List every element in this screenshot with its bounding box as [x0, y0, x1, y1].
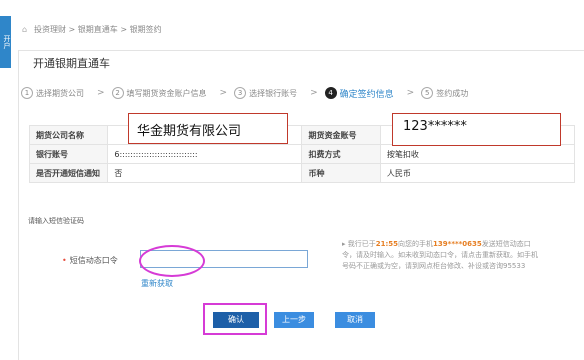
chevron-right-icon: >	[219, 88, 228, 98]
hint-text-2: 向您的手机	[398, 240, 434, 248]
fee-method-label: 扣费方式	[301, 144, 381, 164]
sms-field-label-text: 短信动态口令	[69, 256, 118, 265]
step-2-label: 填写期货资金账户信息	[126, 88, 207, 98]
step-1-number: 1	[21, 87, 33, 99]
table-row: 银行账号 6::::::::::::::::::::::::::::: 扣费方式…	[28, 144, 576, 164]
fee-method-value: 按笔扣收	[379, 144, 576, 164]
panel-title: 开通银期直通车	[33, 57, 110, 70]
futures-account-label: 期货资金账号	[301, 125, 381, 145]
futures-company-name: 华金期货有限公司	[137, 124, 242, 139]
step-3-number: 3	[234, 87, 247, 99]
breadcrumb: ⌂ 投资理财 > 银期直通车 > 银期签约	[22, 24, 162, 35]
futures-company-highlight: 华金期货有限公司	[128, 113, 288, 144]
table-row: 是否开通短信通知 否 币种 人民币	[28, 163, 576, 183]
step-3-label: 选择银行账号	[249, 88, 298, 98]
breadcrumb-text: 投资理财 > 银期直通车 > 银期签约	[34, 25, 162, 34]
step-5-label: 签约成功	[436, 88, 469, 98]
resend-code-link[interactable]: 重新获取	[141, 278, 173, 289]
futures-account-number: 123******	[403, 119, 467, 134]
sms-hint: ▸ 我行已于21:55向您的手机139****0635发送短信动态口令，请及时输…	[342, 239, 542, 272]
previous-step-button[interactable]: 上一步	[274, 312, 314, 328]
sms-field-label: • 短信动态口令	[62, 255, 118, 266]
side-tab[interactable]: 开户	[0, 16, 11, 68]
chevron-right-icon: >	[406, 88, 415, 98]
currency-label: 币种	[301, 163, 381, 183]
step-5-number: 5	[421, 87, 434, 99]
chevron-right-icon: >	[97, 88, 105, 98]
sms-notify-value: 否	[107, 163, 303, 183]
home-icon: ⌂	[22, 25, 28, 34]
step-1-label: 选择期货公司	[36, 88, 84, 98]
sms-section-title: 请输入短信验证码	[28, 217, 84, 225]
bank-account-value: 6:::::::::::::::::::::::::::::	[107, 144, 303, 164]
hint-phone: 139****0635	[433, 240, 482, 248]
confirm-button[interactable]: 确认	[213, 312, 259, 328]
sms-notify-label: 是否开通短信通知	[28, 163, 109, 183]
cancel-button[interactable]: 取消	[335, 312, 375, 328]
step-4-number: 4	[324, 87, 337, 99]
chevron-right-icon: >	[310, 88, 318, 98]
step-3: 3 选择银行账号	[234, 87, 297, 99]
sms-code-input[interactable]	[140, 250, 308, 268]
step-2: 2 填写期货资金账户信息	[111, 87, 207, 99]
step-5: 5 签约成功	[421, 87, 468, 99]
futures-account-highlight: 123******	[392, 113, 561, 146]
bank-account-label: 银行账号	[28, 144, 109, 164]
step-4-active: 4 确定签约信息	[324, 87, 394, 100]
currency-value: 人民币	[379, 163, 576, 183]
step-1: 1 选择期货公司	[21, 87, 84, 99]
required-mark: •	[62, 256, 67, 265]
hint-arrow-icon: ▸	[342, 240, 346, 248]
step-4-label: 确定签约信息	[339, 89, 394, 100]
step-2-number: 2	[111, 87, 124, 99]
futures-company-label: 期货公司名称	[28, 125, 109, 145]
hint-text-1: 我行已于	[347, 240, 376, 248]
hint-time: 21:55	[375, 240, 399, 248]
step-indicator: 1 选择期货公司 > 2 填写期货资金账户信息 > 3 选择银行账号 > 4 确定签约信…	[21, 83, 571, 103]
